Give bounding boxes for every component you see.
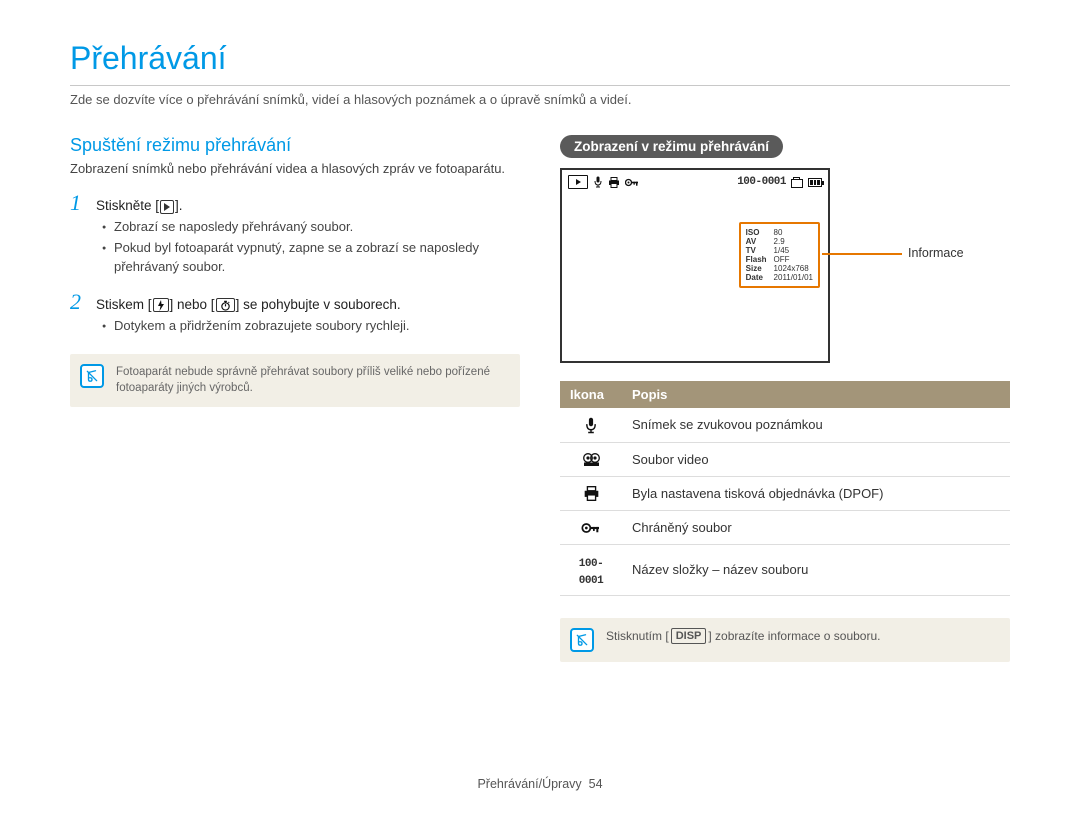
note-block-disp: Stisknutím [DISP] zobrazíte informace o … (560, 618, 1010, 662)
step-2-number: 2 (70, 291, 86, 313)
step-1-prefix: Stiskněte [ (96, 198, 159, 213)
table-row: 100-0001Název složky – název souboru (560, 544, 1010, 595)
step-2-mid: ] nebo [ (170, 297, 215, 312)
list-item: Zobrazí se naposledy přehrávaný soubor. (102, 218, 520, 237)
table-row: Soubor video (560, 442, 1010, 476)
note-suffix: ] zobrazíte informace o souboru. (708, 629, 880, 643)
table-header-desc: Popis (622, 381, 1010, 408)
timer-button-icon (216, 298, 235, 312)
info-value: 1/45 (774, 246, 813, 255)
page-title: Přehrávání (70, 40, 1010, 77)
info-key: Date (746, 273, 767, 282)
playback-mode-icon (568, 175, 588, 189)
info-value: 1024x768 (774, 264, 813, 273)
playback-button-icon (160, 200, 174, 214)
lcd-file-number: 100-0001 (737, 176, 786, 188)
info-value: OFF (774, 255, 813, 264)
intro-text: Zde se dozvíte více o přehrávání snímků,… (70, 92, 1010, 107)
info-box: ISO 80 AV 2.9 TV 1/45 Flash OFF Size 1024x768 Date… (739, 222, 820, 288)
print-order-icon (608, 176, 620, 188)
mic-icon (560, 408, 622, 442)
section-title: Spuštění režimu přehrávání (70, 135, 520, 156)
file-icon: 100-0001 (560, 544, 622, 595)
info-value: 2.9 (774, 237, 813, 246)
lcd-topbar: 100-0001 (562, 170, 828, 189)
info-key: AV (746, 237, 767, 246)
step-1: 1 Stiskněte []. Zobrazí se naposledy pře… (70, 192, 520, 277)
note-icon (80, 364, 104, 388)
step-2-prefix: Stiskem [ (96, 297, 152, 312)
icon-table: Ikona Popis Snímek se zvukovou poznámkou… (560, 381, 1010, 596)
folder-icon (791, 179, 803, 188)
voice-memo-icon (593, 176, 603, 188)
list-item: Pokud byl fotoaparát vypnutý, zapne se a… (102, 239, 520, 277)
note-prefix: Stisknutím [ (606, 629, 669, 643)
info-key: Size (746, 264, 767, 273)
flash-button-icon (153, 298, 169, 312)
left-column: Spuštění režimu přehrávání Zobrazení sní… (70, 135, 520, 662)
info-value: 80 (774, 228, 813, 237)
step-2-suffix: ] se pohybujte v souborech. (236, 297, 401, 312)
step-2-bullets: Dotykem a přidržením zobrazujete soubory… (70, 317, 520, 336)
page-footer: Přehrávání/Úpravy 54 (0, 777, 1080, 791)
step-2: 2 Stiskem [ ] nebo [ ] se pohybujte v so… (70, 291, 520, 336)
step-1-number: 1 (70, 192, 86, 214)
step-1-bullets: Zobrazí se naposledy přehrávaný soubor. … (70, 218, 520, 277)
callout-label: Informace (908, 246, 964, 260)
key-icon (560, 510, 622, 544)
table-header-icon: Ikona (560, 381, 622, 408)
table-row: Chráněný soubor (560, 510, 1010, 544)
right-column: Zobrazení v režimu přehrávání (560, 135, 1010, 662)
protected-icon (625, 176, 639, 188)
info-key: Flash (746, 255, 767, 264)
table-row: Byla nastavena tisková objednávka (DPOF) (560, 476, 1010, 510)
info-key: TV (746, 246, 767, 255)
view-mode-label: Zobrazení v režimu přehrávání (560, 135, 783, 158)
video-icon (560, 442, 622, 476)
table-desc: Chráněný soubor (622, 510, 1010, 544)
info-value: 2011/01/01 (774, 273, 813, 282)
info-key: ISO (746, 228, 767, 237)
note-icon (570, 628, 594, 652)
print-icon (560, 476, 622, 510)
footer-label: Přehrávání/Úpravy (477, 777, 581, 791)
divider (70, 85, 1010, 86)
footer-page-number: 54 (589, 777, 603, 791)
section-subtext: Zobrazení snímků nebo přehrávání videa a… (70, 160, 520, 178)
lcd-screen: 100-0001 ISO 80 AV 2.9 TV 1/45 Flash OFF Size 102… (560, 168, 830, 363)
table-desc: Byla nastavena tisková objednávka (DPOF) (622, 476, 1010, 510)
disp-button-icon: DISP (671, 628, 707, 644)
step-2-text: Stiskem [ ] nebo [ ] se pohybujte v soub… (96, 297, 401, 312)
step-1-text: Stiskněte []. (96, 198, 183, 213)
note-text: Fotoaparát nebude správně přehrávat soub… (116, 364, 508, 397)
lcd-illustration: 100-0001 ISO 80 AV 2.9 TV 1/45 Flash OFF Size 102… (560, 168, 1010, 363)
list-item: Dotykem a přidržením zobrazujete soubory… (102, 317, 520, 336)
table-row: Snímek se zvukovou poznámkou (560, 408, 1010, 442)
note-text: Stisknutím [DISP] zobrazíte informace o … (606, 628, 880, 645)
callout-line (822, 253, 902, 255)
note-block: Fotoaparát nebude správně přehrávat soub… (70, 354, 520, 407)
battery-icon (808, 178, 822, 187)
table-desc: Soubor video (622, 442, 1010, 476)
step-1-suffix: ]. (175, 198, 183, 213)
table-desc: Název složky – název souboru (622, 544, 1010, 595)
table-desc: Snímek se zvukovou poznámkou (622, 408, 1010, 442)
